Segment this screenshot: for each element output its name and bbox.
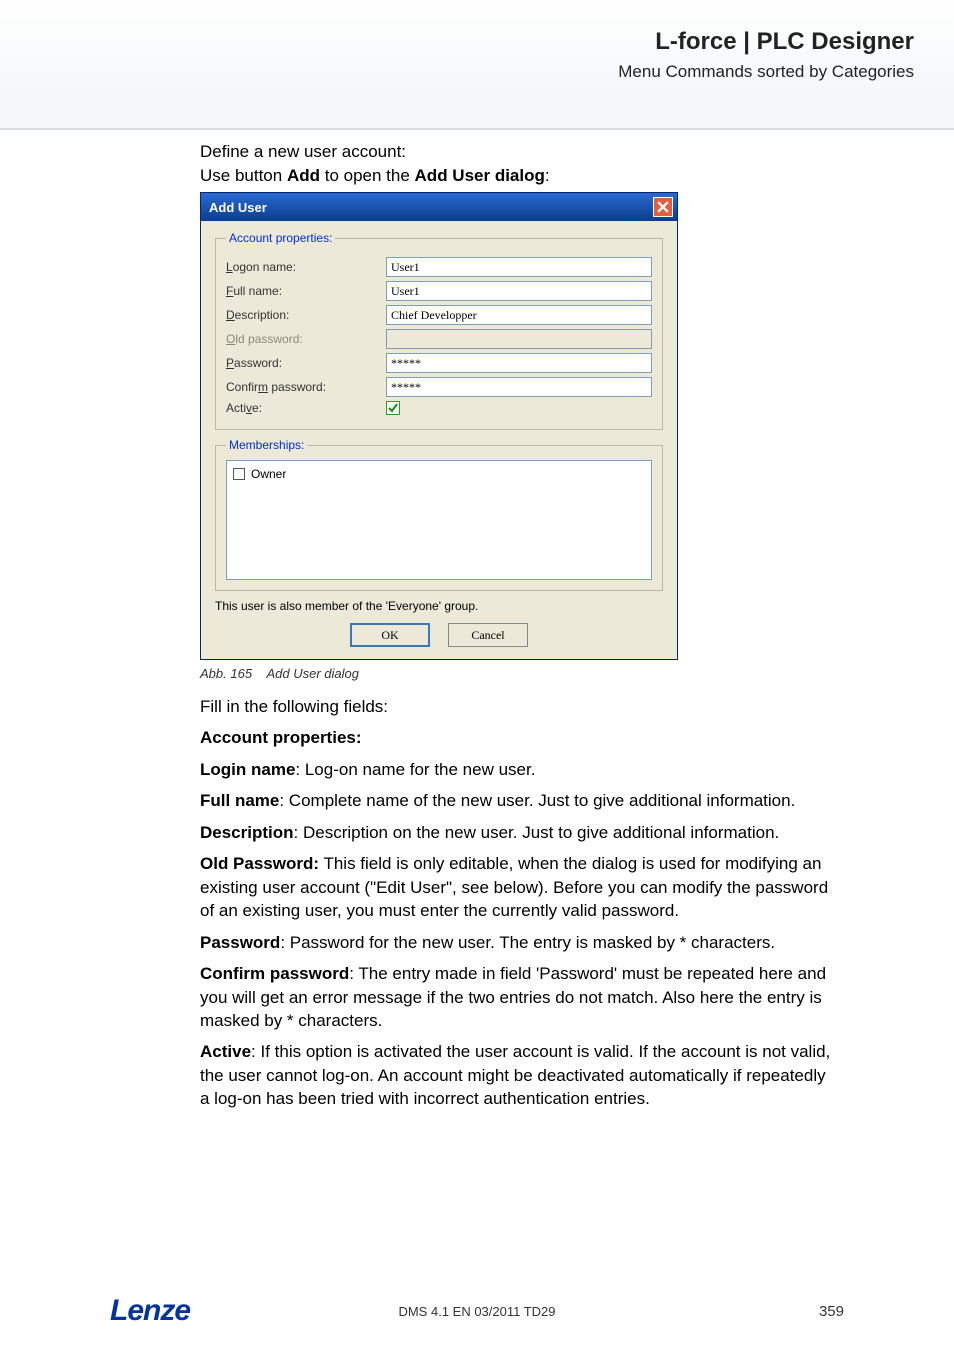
- row-active: Active:: [226, 401, 652, 415]
- page-header: L-force | PLC Designer Menu Commands sor…: [0, 0, 954, 130]
- memberships-list[interactable]: Owner: [226, 460, 652, 580]
- row-cpw: Confirm password:: [226, 377, 652, 397]
- membership-item-label: Owner: [251, 467, 286, 481]
- active-checkbox[interactable]: [386, 401, 400, 415]
- account-properties-legend: Account properties:: [226, 231, 335, 245]
- dialog-title: Add User: [209, 200, 267, 215]
- figure-caption: Abb. 165 Add User dialog: [200, 666, 834, 681]
- prose-p2: Login name: Log-on name for the new user…: [200, 758, 834, 781]
- old-password-field: [386, 329, 652, 349]
- row-pw: Password:: [226, 353, 652, 373]
- row-oldpw: Old password:: [226, 329, 652, 349]
- row-full: Full name:: [226, 281, 652, 301]
- row-desc: Description:: [226, 305, 652, 325]
- doc-subtitle: Menu Commands sorted by Categories: [0, 62, 914, 82]
- prose-p4: Description: Description on the new user…: [200, 821, 834, 844]
- close-icon[interactable]: [653, 197, 673, 217]
- ok-button[interactable]: OK: [350, 623, 430, 647]
- prose-p1: Account properties:: [200, 726, 834, 749]
- description-field[interactable]: [386, 305, 652, 325]
- label-pw: Password:: [226, 356, 386, 370]
- row-logon: Logon name:: [226, 257, 652, 277]
- full-name-field[interactable]: [386, 281, 652, 301]
- logon-name-field[interactable]: [386, 257, 652, 277]
- prose-p8: Active: If this option is activated the …: [200, 1040, 834, 1110]
- label-full: Full name:: [226, 284, 386, 298]
- checkbox-icon[interactable]: [233, 468, 245, 480]
- page-footer: Lenze DMS 4.1 EN 03/2011 TD29 359: [0, 1294, 954, 1328]
- intro-line2: Use button Add to open the Add User dial…: [200, 166, 834, 186]
- everyone-note: This user is also member of the 'Everyon…: [215, 599, 663, 613]
- dialog-titlebar[interactable]: Add User: [201, 193, 677, 221]
- prose-p7: Confirm password: The entry made in fiel…: [200, 962, 834, 1032]
- label-logon: Logon name:: [226, 260, 386, 274]
- memberships-group: Memberships: Owner: [215, 438, 663, 591]
- doc-title: L-force | PLC Designer: [0, 28, 914, 56]
- doc-id: DMS 4.1 EN 03/2011 TD29: [398, 1304, 555, 1319]
- prose-p3: Full name: Complete name of the new user…: [200, 789, 834, 812]
- account-properties-group: Account properties: Logon name: Full nam…: [215, 231, 663, 430]
- password-field[interactable]: [386, 353, 652, 373]
- memberships-legend: Memberships:: [226, 438, 307, 452]
- label-desc: Description:: [226, 308, 386, 322]
- prose-block: Fill in the following fields: Account pr…: [200, 695, 834, 1111]
- intro-block: Define a new user account: Use button Ad…: [200, 142, 834, 186]
- list-item[interactable]: Owner: [233, 467, 645, 481]
- lenze-logo: Lenze: [110, 1294, 190, 1328]
- label-active: Active:: [226, 401, 386, 415]
- prose-p5: Old Password: This field is only editabl…: [200, 852, 834, 922]
- add-user-dialog: Add User Account properties: Logon name:…: [200, 192, 678, 660]
- label-oldpw: Old password:: [226, 332, 386, 346]
- page-number: 359: [819, 1303, 844, 1320]
- prose-p0: Fill in the following fields:: [200, 695, 834, 718]
- label-cpw: Confirm password:: [226, 380, 386, 394]
- intro-line1: Define a new user account:: [200, 142, 834, 162]
- prose-p6: Password: Password for the new user. The…: [200, 931, 834, 954]
- cancel-button[interactable]: Cancel: [448, 623, 528, 647]
- confirm-password-field[interactable]: [386, 377, 652, 397]
